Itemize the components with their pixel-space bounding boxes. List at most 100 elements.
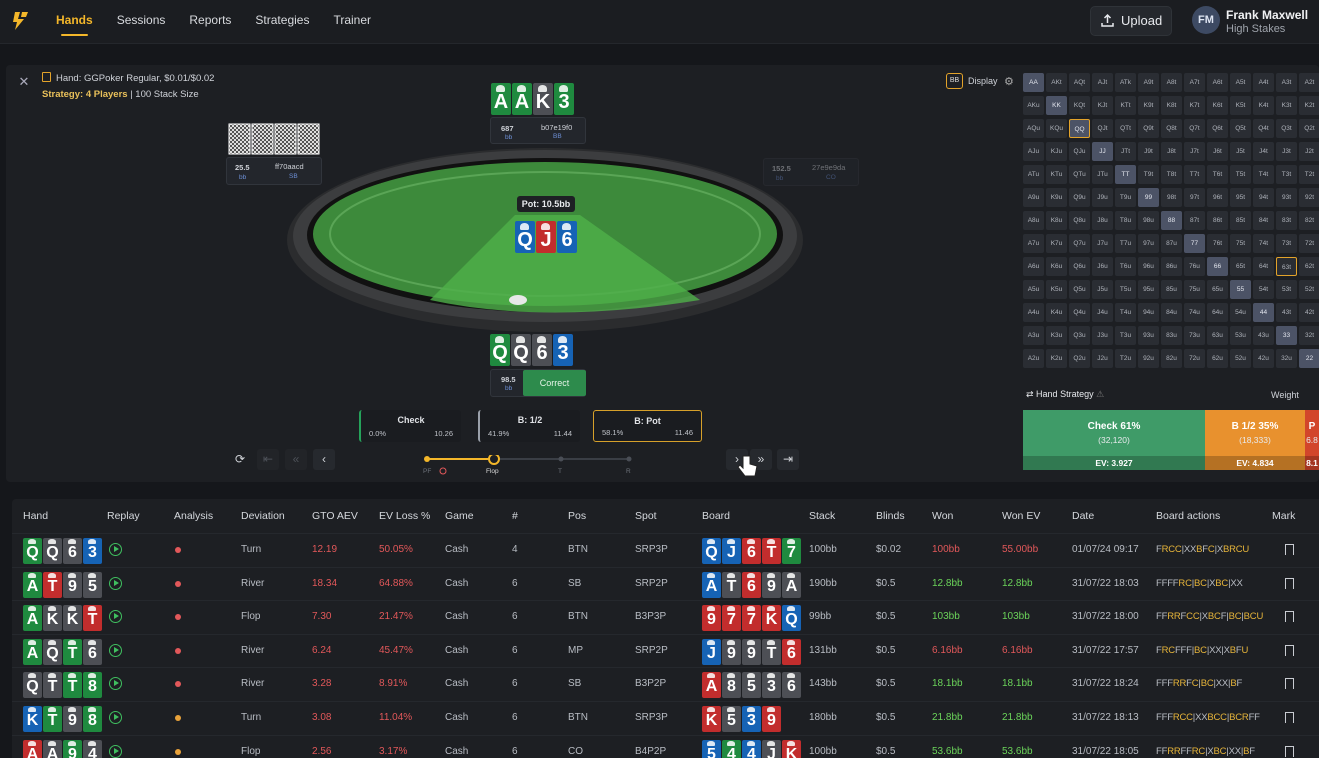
seat-right[interactable]: 152.5 bb 27e9e9da CO <box>763 158 859 186</box>
range-cell[interactable]: J8u <box>1092 211 1113 230</box>
range-cell[interactable]: T2u <box>1115 349 1136 368</box>
table-row[interactable]: K T 9 8 Turn 3.08 11.04% Cash 6 BTN SRP3P K 5 3 9 180bb… <box>12 701 1319 734</box>
range-cell[interactable]: 82t <box>1299 211 1319 230</box>
range-cell[interactable]: Q5u <box>1069 280 1090 299</box>
range-cell[interactable]: 62u <box>1207 349 1228 368</box>
range-cell[interactable]: 72t <box>1299 234 1319 253</box>
range-cell[interactable]: AKt <box>1046 73 1067 92</box>
range-cell[interactable]: KTu <box>1046 165 1067 184</box>
range-cell[interactable]: 98u <box>1138 211 1159 230</box>
col-header-pos[interactable]: Pos <box>568 510 586 522</box>
range-cell[interactable]: 92t <box>1299 188 1319 207</box>
rewind-icon[interactable]: « <box>285 449 307 470</box>
range-cell[interactable]: QTt <box>1115 119 1136 138</box>
nav-strategies[interactable]: Strategies <box>255 0 309 44</box>
range-cell[interactable]: J7t <box>1184 142 1205 161</box>
strategy-bar-1[interactable]: B 1/2 35% (18,333) EV: 4.834 <box>1205 410 1305 470</box>
range-cell[interactable]: J3t <box>1276 142 1297 161</box>
range-cell[interactable]: T5u <box>1115 280 1136 299</box>
range-cell[interactable]: J4t <box>1253 142 1274 161</box>
range-cell[interactable]: A8u <box>1023 211 1044 230</box>
range-cell[interactable]: AJu <box>1023 142 1044 161</box>
range-cell[interactable]: A4t <box>1253 73 1274 92</box>
range-cell[interactable]: K2u <box>1046 349 1067 368</box>
range-cell[interactable]: 22 <box>1299 349 1319 368</box>
range-cell[interactable]: 53t <box>1276 280 1297 299</box>
col-header-board[interactable]: Board <box>702 510 730 522</box>
range-cell[interactable]: A5t <box>1230 73 1251 92</box>
range-cell[interactable]: Q7u <box>1069 234 1090 253</box>
range-cell[interactable]: JTu <box>1092 165 1113 184</box>
col-header-date[interactable]: Date <box>1072 510 1094 522</box>
range-cell[interactable]: Q8t <box>1161 119 1182 138</box>
range-cell[interactable]: Q4u <box>1069 303 1090 322</box>
range-cell[interactable]: ATu <box>1023 165 1044 184</box>
bookmark-icon[interactable] <box>1285 544 1294 555</box>
replay-icon[interactable] <box>109 576 122 590</box>
range-cell[interactable]: QQ <box>1069 119 1090 138</box>
nav-trainer[interactable]: Trainer <box>333 0 371 44</box>
range-cell[interactable]: 63t <box>1276 257 1297 276</box>
range-cell[interactable]: K7t <box>1184 96 1205 115</box>
range-cell[interactable]: 83u <box>1161 326 1182 345</box>
range-cell[interactable]: 33 <box>1276 326 1297 345</box>
range-cell[interactable]: JTt <box>1115 142 1136 161</box>
range-cell[interactable]: 95u <box>1138 280 1159 299</box>
range-cell[interactable]: KQu <box>1046 119 1067 138</box>
strategy-bar-0[interactable]: Check 61% (32,120) EV: 3.927 <box>1023 410 1205 470</box>
table-row[interactable]: A A 9 4 Flop 2.56 3.17% Cash 6 CO B4P2P 5 4 4 J K 100bb $… <box>12 734 1319 758</box>
range-cell[interactable]: 93t <box>1276 188 1297 207</box>
replay-icon[interactable] <box>109 677 122 691</box>
replay-icon[interactable] <box>109 711 122 724</box>
range-cell[interactable]: 84t <box>1253 211 1274 230</box>
display-label[interactable]: Display <box>968 76 998 86</box>
range-cell[interactable]: J3u <box>1092 326 1113 345</box>
col-header-stack[interactable]: Stack <box>809 510 835 522</box>
range-cell[interactable]: Q2u <box>1069 349 1090 368</box>
seat-left[interactable]: 25.5 bb ff70aacd SB <box>226 157 322 185</box>
range-cell[interactable]: 96t <box>1207 188 1228 207</box>
range-cell[interactable]: T8t <box>1161 165 1182 184</box>
range-cell[interactable]: K5u <box>1046 280 1067 299</box>
range-cell[interactable]: 32u <box>1276 349 1297 368</box>
range-cell[interactable]: AQt <box>1069 73 1090 92</box>
range-cell[interactable]: 82u <box>1161 349 1182 368</box>
range-cell[interactable]: KJt <box>1092 96 1113 115</box>
range-cell[interactable]: 55 <box>1230 280 1251 299</box>
range-cell[interactable]: A3u <box>1023 326 1044 345</box>
range-cell[interactable]: 94t <box>1253 188 1274 207</box>
range-cell[interactable]: T9u <box>1115 188 1136 207</box>
range-cell[interactable]: A2u <box>1023 349 1044 368</box>
range-cell[interactable]: K6t <box>1207 96 1228 115</box>
range-cell[interactable]: 75u <box>1184 280 1205 299</box>
range-cell[interactable]: J4u <box>1092 303 1113 322</box>
range-cell[interactable]: A5u <box>1023 280 1044 299</box>
action-0[interactable]: Check 0.0% 10.26 <box>359 410 461 442</box>
range-cell[interactable]: 64u <box>1207 303 1228 322</box>
table-row[interactable]: Q T T 8 River 3.28 8.91% Cash 6 SB B3P2P A 8 5 3 6 143bb… <box>12 667 1319 700</box>
range-cell[interactable]: Q9u <box>1069 188 1090 207</box>
range-cell[interactable]: 92u <box>1138 349 1159 368</box>
bookmark-icon[interactable] <box>1285 644 1294 656</box>
range-cell[interactable]: T9t <box>1138 165 1159 184</box>
range-cell[interactable]: 42u <box>1253 349 1274 368</box>
range-cell[interactable]: 97t <box>1184 188 1205 207</box>
range-cell[interactable]: 65t <box>1230 257 1251 276</box>
range-cell[interactable]: 88 <box>1161 211 1182 230</box>
avatar[interactable]: FM <box>1192 6 1220 34</box>
range-cell[interactable]: T4t <box>1253 165 1274 184</box>
range-cell[interactable]: J9t <box>1138 142 1159 161</box>
range-cell[interactable]: 84u <box>1161 303 1182 322</box>
close-icon[interactable]: ✕ <box>18 74 30 90</box>
range-cell[interactable]: Q7t <box>1184 119 1205 138</box>
range-cell[interactable]: Q6u <box>1069 257 1090 276</box>
range-cell[interactable]: J2u <box>1092 349 1113 368</box>
range-cell[interactable]: JJ <box>1092 142 1113 161</box>
col-header-won[interactable]: Won <box>932 510 953 522</box>
range-cell[interactable]: Q6t <box>1207 119 1228 138</box>
gear-icon[interactable]: ⚙ <box>1004 75 1014 88</box>
range-cell[interactable]: T2t <box>1299 165 1319 184</box>
range-cell[interactable]: J7u <box>1092 234 1113 253</box>
col-header-spot[interactable]: Spot <box>635 510 657 522</box>
range-cell[interactable]: 65u <box>1207 280 1228 299</box>
